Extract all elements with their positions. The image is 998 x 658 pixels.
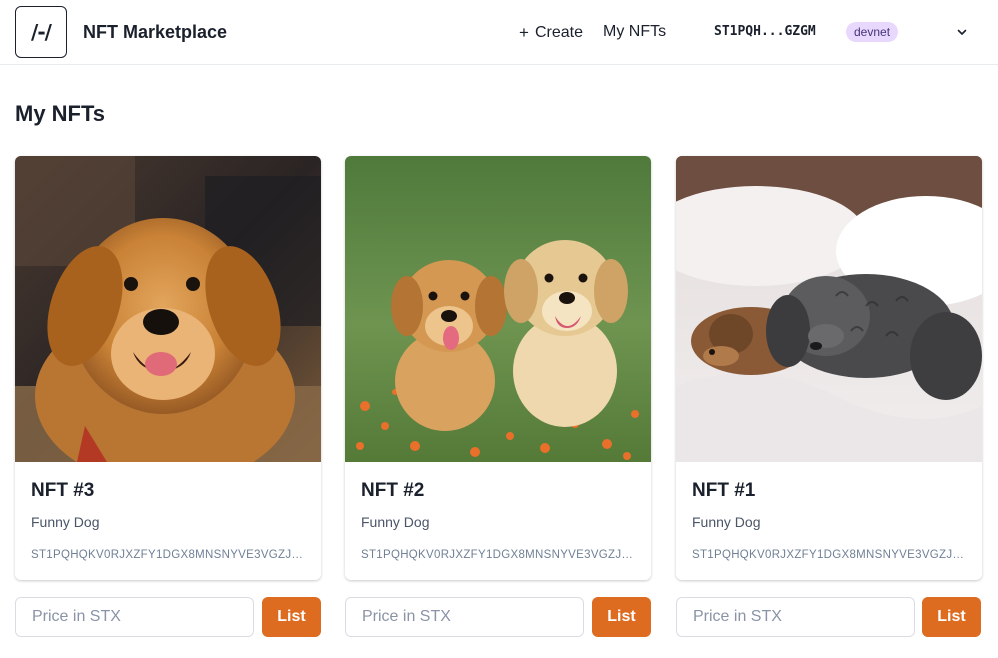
nft-owner-address: ST1PQHQKV0RJXZFY1DGX8MNSNYVE3VGZJSRTPGZG… [361, 549, 637, 561]
price-input[interactable] [345, 597, 584, 637]
price-input[interactable] [676, 597, 915, 637]
list-button[interactable]: List [592, 597, 651, 637]
create-label: Create [534, 24, 583, 41]
navbar: /-/ NFT Marketplace + Create My NFTs ST1… [0, 0, 998, 65]
nft-card[interactable]: NFT #3 Funny Dog ST1PQHQKV0RJXZFY1DGX8MN… [15, 156, 321, 580]
app-logo[interactable]: /-/ [15, 6, 67, 58]
list-button[interactable]: List [922, 597, 981, 637]
list-button[interactable]: List [262, 597, 321, 637]
nft-card[interactable]: NFT #2 Funny Dog ST1PQHQKV0RJXZFY1DGX8MN… [345, 156, 651, 580]
nft-title: NFT #2 [361, 480, 425, 501]
nft-owner-address: ST1PQHQKV0RJXZFY1DGX8MNSNYVE3VGZJSRTPGZG… [692, 549, 968, 561]
page-title: My NFTs [15, 101, 106, 126]
price-input[interactable] [15, 597, 254, 637]
wallet-address[interactable]: ST1PQH...GZGM [714, 24, 816, 39]
nft-image [15, 156, 321, 462]
nft-owner-address: ST1PQHQKV0RJXZFY1DGX8MNSNYVE3VGZJSRTPGZG… [31, 549, 307, 561]
app-title[interactable]: NFT Marketplace [83, 22, 227, 43]
my-nfts-link[interactable]: My NFTs [603, 23, 666, 41]
nft-description: Funny Dog [692, 514, 761, 530]
chevron-down-icon[interactable] [955, 25, 969, 39]
nft-card[interactable]: NFT #1 Funny Dog ST1PQHQKV0RJXZFY1DGX8MN… [676, 156, 982, 580]
nft-description: Funny Dog [31, 514, 100, 530]
nft-image [676, 156, 982, 462]
nft-title: NFT #3 [31, 480, 95, 501]
network-badge: devnet [846, 22, 899, 42]
nft-description: Funny Dog [361, 514, 430, 530]
nft-image [345, 156, 651, 462]
create-link[interactable]: + Create [519, 23, 583, 43]
plus-icon: + [519, 23, 529, 42]
nft-title: NFT #1 [692, 480, 756, 501]
